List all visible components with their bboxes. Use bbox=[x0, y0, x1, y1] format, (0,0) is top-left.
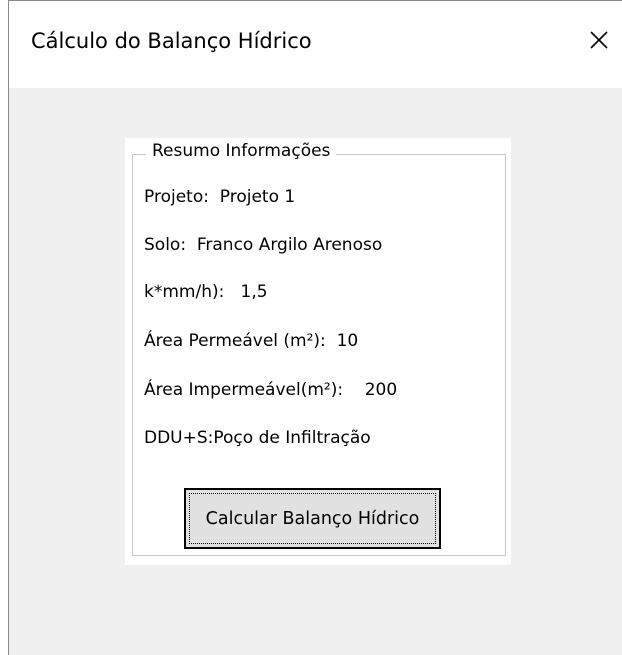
window-title: Cálculo do Balanço Hídrico bbox=[31, 29, 312, 53]
title-bar: Cálculo do Balanço Hídrico bbox=[9, 1, 622, 88]
permeable-area-info: Área Permeável (m²): 10 bbox=[144, 331, 359, 351]
k-value-info: k*mm/h): 1,5 bbox=[144, 282, 268, 302]
close-button[interactable] bbox=[576, 19, 622, 61]
summary-groupbox-legend: Resumo Informações bbox=[146, 141, 337, 161]
impermeable-area-info: Área Impermeável(m²): 200 bbox=[144, 380, 398, 400]
dialog-window: Cálculo do Balanço Hídrico Resumo Inform… bbox=[8, 0, 622, 655]
ddu-s-info: DDU+S:Poço de Infiltração bbox=[144, 428, 371, 448]
calculate-water-balance-button[interactable]: Calcular Balanço Hídrico bbox=[184, 488, 441, 549]
calculate-button-label: Calcular Balanço Hídrico bbox=[205, 508, 420, 529]
soil-info: Solo: Franco Argilo Arenoso bbox=[144, 235, 383, 255]
summary-panel: Resumo Informações Projeto: Projeto 1 So… bbox=[125, 138, 511, 565]
project-info: Projeto: Projeto 1 bbox=[144, 187, 296, 207]
close-icon bbox=[590, 31, 608, 49]
